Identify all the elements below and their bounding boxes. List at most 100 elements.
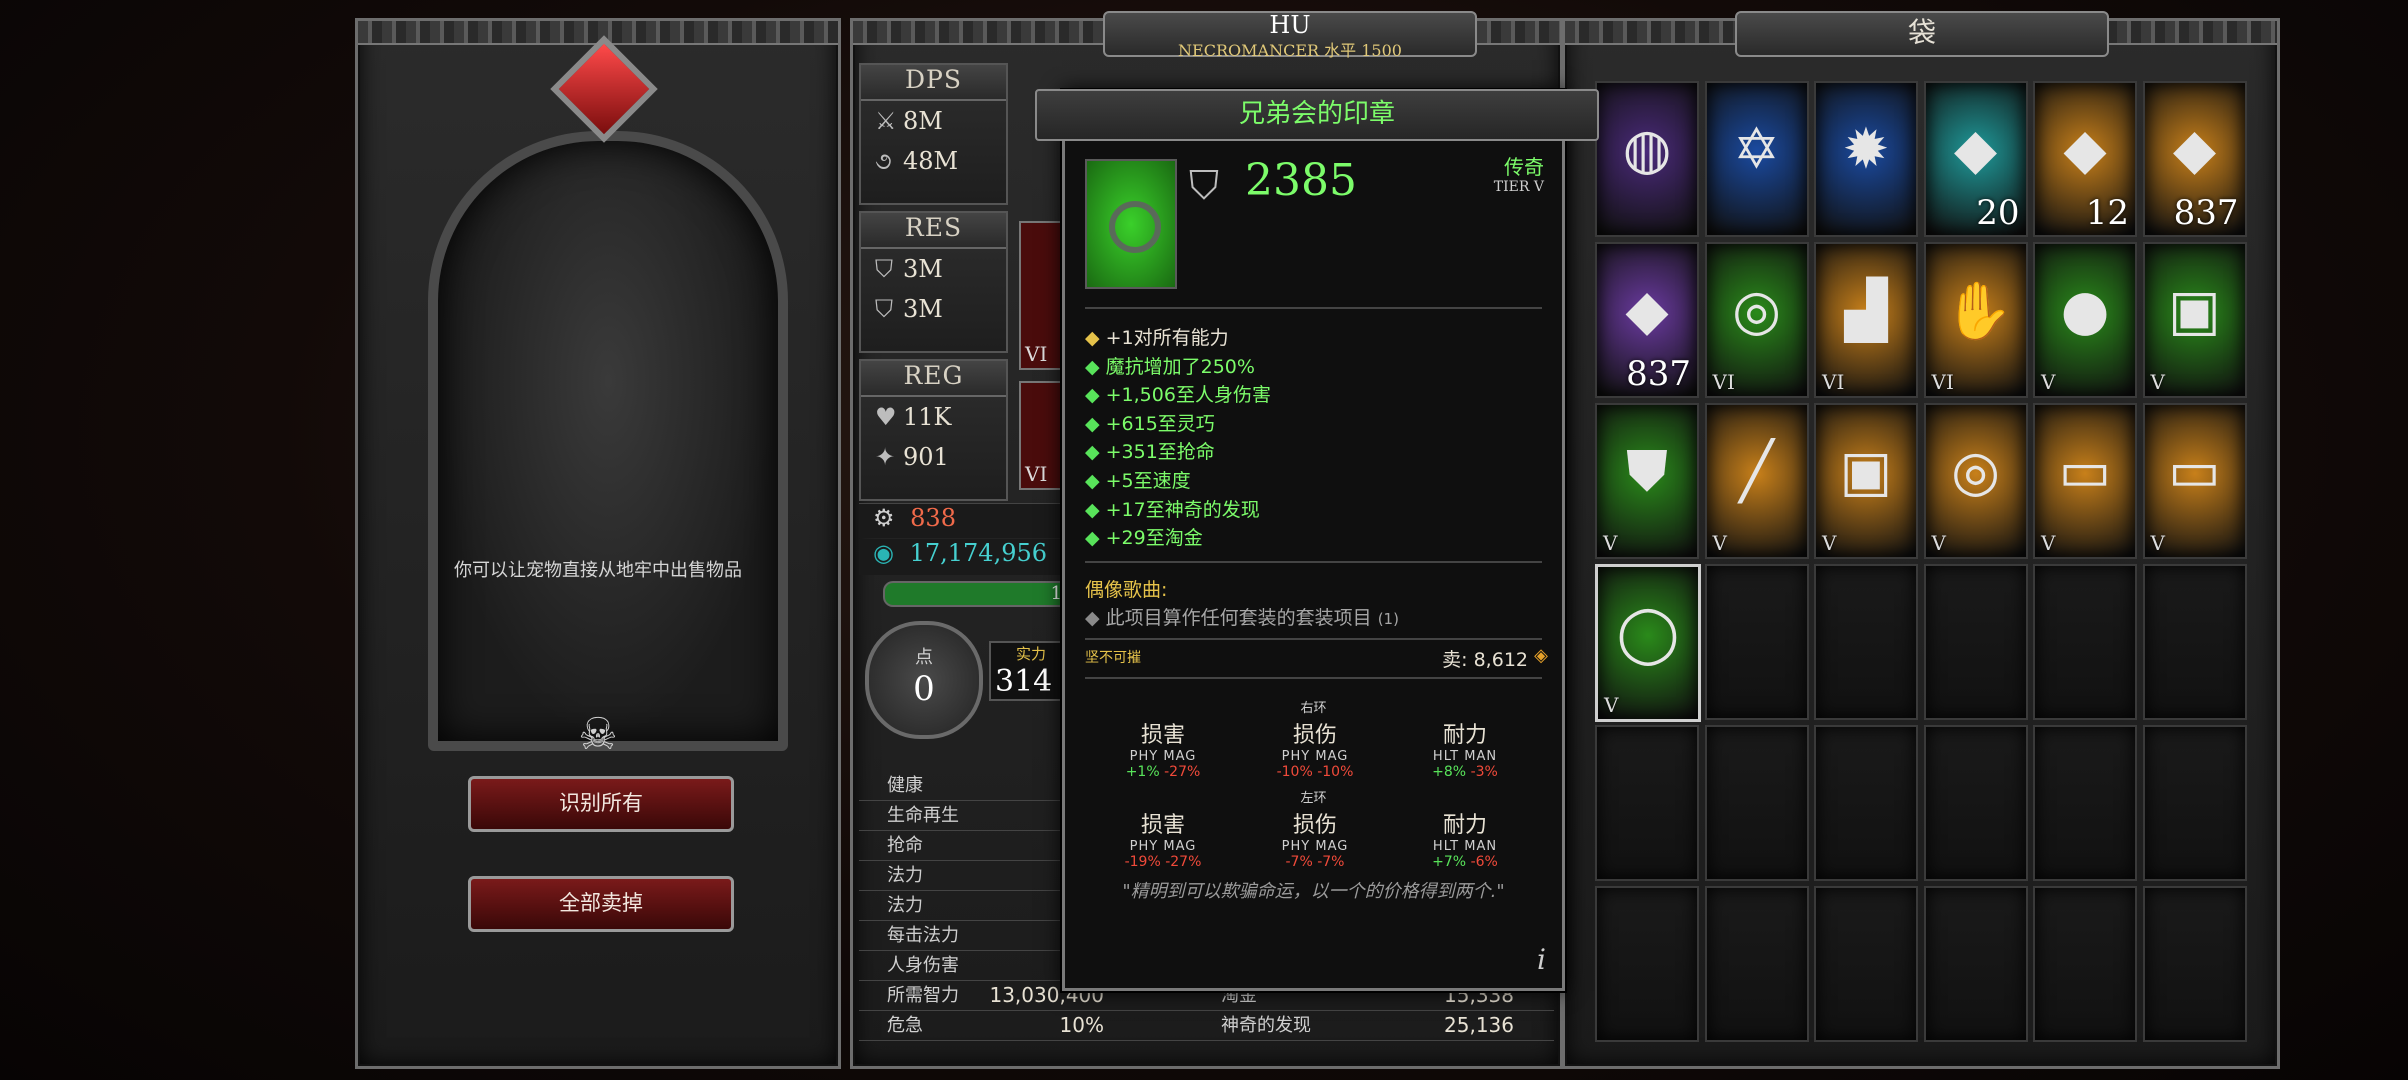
bag-slot[interactable] (2142, 886, 2247, 1042)
mirror-icon: ◍ (1622, 117, 1672, 182)
currency-b-value: 17,174,956 (909, 539, 1048, 567)
stack-count: 837 (1626, 354, 1691, 394)
bag-slot[interactable] (1814, 886, 1918, 1042)
bag-slot[interactable]: ╱ V (1704, 403, 1809, 559)
info-icon[interactable]: i (1537, 943, 1546, 976)
bag-slot[interactable] (1595, 725, 1699, 881)
item-tier: VI (1822, 370, 1845, 394)
res-row-2: ⛉ 3M (861, 289, 1006, 329)
bag-slot[interactable] (2033, 725, 2137, 881)
dps-row-2: ૭ 48M (861, 141, 1006, 181)
affix-text: +29至淘金 (1105, 527, 1203, 550)
bag-slot[interactable] (1704, 886, 1809, 1042)
bag-slot[interactable] (2142, 725, 2247, 881)
res-value-1: 3M (903, 255, 943, 283)
diamond-icon: ◆ (1085, 498, 1100, 521)
res-box: RES ⛉ 3M ⛉ 3M (859, 211, 1008, 353)
staff-icon: ╱ (1739, 439, 1774, 504)
left-ring-label: 左环 (1300, 791, 1327, 806)
bag-slot[interactable]: ◎ VI (1704, 242, 1809, 398)
bag-slot[interactable]: ▣ V (1814, 403, 1918, 559)
bag-slot[interactable] (1814, 725, 1918, 881)
divider (1085, 307, 1542, 309)
bag-slot[interactable] (1595, 886, 1699, 1042)
amulet-icon: ◎ (1951, 439, 2000, 504)
shield-icon: ⛉ (875, 255, 893, 283)
diamond-icon: ◆ (1085, 412, 1100, 435)
points-disc[interactable]: 点 0 (865, 621, 983, 739)
orange-crystal-icon: ◆ (2172, 117, 2217, 182)
compare-value-a: -7% (1285, 854, 1313, 870)
reg-value-1: 11K (903, 403, 952, 431)
identify-all-button[interactable]: 识别所有 (468, 776, 734, 832)
item-tier: V (1604, 693, 1619, 717)
gold-icon: ◈ (1534, 645, 1548, 666)
bag-slot[interactable] (2033, 886, 2137, 1042)
bag-slot[interactable]: ⛊ V (1595, 403, 1699, 559)
bag-slot[interactable]: ◆ 12 (2033, 81, 2137, 237)
item-tooltip: 兄弟会的印章 ⛉ 2385 传奇 TIER V ◆ +1对所有能力 ◆ 魔抗增加了25… (1035, 89, 1599, 991)
compare-value-a: -10% (1276, 764, 1313, 780)
armor-value: 2385 (1245, 155, 1357, 206)
compare-subheader: PHY MAG (1281, 749, 1349, 764)
red-gem-icon (550, 35, 658, 143)
bag-slot[interactable]: ▣ V (2142, 242, 2247, 398)
bag-slot[interactable]: ◎ V (1923, 403, 2028, 559)
bag-slot[interactable] (1704, 564, 1809, 720)
affix-text: 魔抗增加了250% (1105, 355, 1255, 378)
heart-icon: ♥ (875, 403, 897, 431)
gear-slot-1-tier: VI (1025, 342, 1048, 366)
reg-row-2: ✦ 901 (861, 437, 1006, 477)
compare-subheader: PHY MAG (1281, 839, 1349, 854)
bag-slot[interactable] (1704, 725, 1809, 881)
skull-icon: ☠ (578, 709, 618, 760)
bag-slot[interactable] (2142, 564, 2247, 720)
item-title: 兄弟会的印章 (1035, 89, 1599, 141)
sell-all-button[interactable]: 全部卖掉 (468, 876, 734, 932)
power-box: 实力 314 (989, 641, 1073, 701)
bag-slot[interactable]: ✋ VI (1923, 242, 2028, 398)
affix-line: ◆ 魔抗增加了250% (1085, 352, 1255, 379)
kite-shield-icon: ⛊ (1626, 439, 1668, 504)
bag-slot[interactable]: ✡ (1704, 81, 1809, 237)
compare-title: 损害 (1140, 813, 1185, 838)
bag-slot[interactable]: ▭ V (2033, 403, 2137, 559)
affix-line: ◆ +1对所有能力 (1085, 323, 1229, 350)
affix-line: ◆ +351至抢命 (1085, 437, 1215, 464)
bag-title: 袋 (1735, 11, 2109, 57)
reg-header: REG (861, 361, 1006, 397)
bag-slot[interactable]: ✹ (1814, 81, 1918, 237)
reg-box: REG ♥ 11K ✦ 901 (859, 359, 1008, 501)
affix-text: +351至抢命 (1105, 441, 1215, 464)
compare-subheader: PHY MAG (1129, 749, 1197, 764)
bag-slot[interactable]: ◯ V (1595, 564, 1701, 722)
compare-subheader: HLT MAN (1432, 839, 1498, 854)
bag-slot[interactable]: ◍ (1595, 81, 1699, 237)
dps-row-1: ⚔ 8M (861, 101, 1006, 141)
bag-slot[interactable]: ● V (2033, 242, 2137, 398)
divider (1085, 561, 1542, 563)
bag-panel: 袋 ◍ ✡ ✹ ◆ 20 ◆ 12 ◆ 837 ◆ 837 ◎ VI ▟ VI ✋ VI ● V ▣ V ⛊ V ╱ V ▣ V ◎ V… (1562, 11, 2280, 1069)
bag-slot[interactable] (1814, 564, 1918, 720)
gear-slot-2[interactable]: VI (1019, 381, 1063, 490)
bag-slot[interactable] (2033, 564, 2137, 720)
ring-icon: ◯ (1616, 601, 1680, 666)
boots-icon: ▟ (1844, 278, 1888, 343)
bag-slot[interactable]: ▭ V (2142, 403, 2247, 559)
item-tier: V (2150, 370, 2165, 394)
bag-slot[interactable]: ◆ 837 (1595, 242, 1699, 398)
bag-slot[interactable] (1923, 725, 2028, 881)
bag-slot[interactable]: ▟ VI (1814, 242, 1918, 398)
right-ring-label: 右环 (1300, 701, 1327, 716)
attribute-label: 健康 (887, 775, 923, 796)
bag-slot[interactable]: ◆ 837 (2142, 81, 2247, 237)
belt-icon: ▭ (2168, 439, 2221, 504)
compare-value-b: -3% (1470, 764, 1498, 780)
gear-currency-icon: ⚙ (873, 504, 895, 532)
armor-icon: ▣ (2168, 278, 2221, 343)
gear-slot-1[interactable]: VI (1019, 221, 1063, 370)
bag-slot[interactable] (1923, 564, 2028, 720)
belt-icon: ▭ (2058, 439, 2112, 504)
bag-slot[interactable]: ◆ 20 (1923, 81, 2028, 237)
bag-slot[interactable] (1923, 886, 2028, 1042)
